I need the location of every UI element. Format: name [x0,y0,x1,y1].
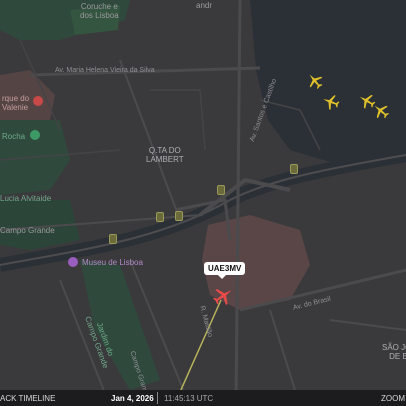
museum-pin-icon[interactable] [68,257,78,267]
label-campo-grande-left: Campo Grande [0,226,55,235]
label-rocha: Rocha [2,132,26,141]
flight-map[interactable]: Coruche e dos Lisboa andr Av. Maria Helen… [0,0,406,406]
label-parque: rque do Valenie [2,94,30,112]
map-base [0,0,406,406]
timeline-time: 11:45:13 UTC [164,394,214,403]
playback-timeline-bar[interactable]: ACK TIMELINE Jan 4, 2026 11:45:13 UTC ZO… [0,390,406,406]
label-museu: Museu de Lisboa [82,258,143,267]
label-top-left: Coruche e dos Lisboa [80,2,119,20]
label-lucia-alvitaide: Lucia Alvitaide [0,194,52,203]
zoom-button[interactable]: ZOOM [381,394,405,403]
park-pin-icon[interactable] [30,130,40,140]
road-badge [109,234,117,244]
road-badge [290,164,298,174]
label-av-maria-helena: Av. Maria Helena Vieira da Silva [55,67,155,74]
callsign-tag[interactable]: UAE3MV [204,262,246,279]
label-top-right: andr [196,1,213,10]
road-badge [156,212,164,222]
label-sao-joao: SÃO JOÃODE BRI [382,343,406,361]
hospital-pin-icon[interactable] [33,96,43,106]
timeline-date: Jan 4, 2026 [111,394,154,403]
road-badge [175,211,183,221]
road-badge [217,185,225,195]
timeline-label[interactable]: ACK TIMELINE [0,394,55,403]
label-qta-lambert: Q.TA DO LAMBERT [146,146,184,164]
timeline-divider [157,392,158,404]
